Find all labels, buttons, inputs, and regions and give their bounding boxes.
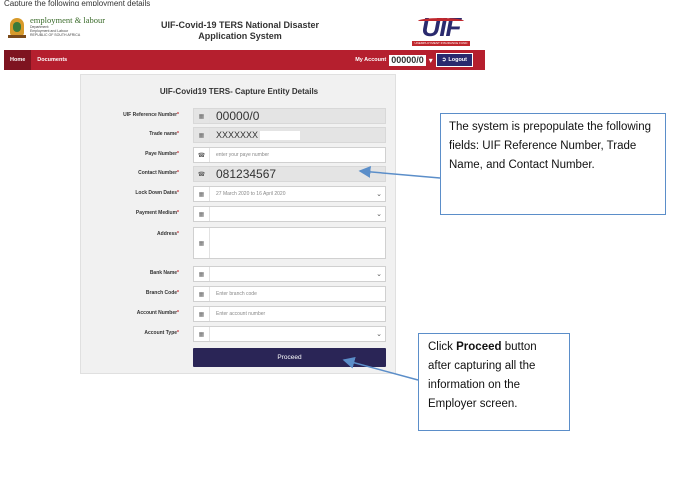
callout-arrows (342, 165, 441, 381)
arrow-to-contact-number (358, 165, 441, 179)
arrow-to-proceed-button (342, 356, 419, 381)
